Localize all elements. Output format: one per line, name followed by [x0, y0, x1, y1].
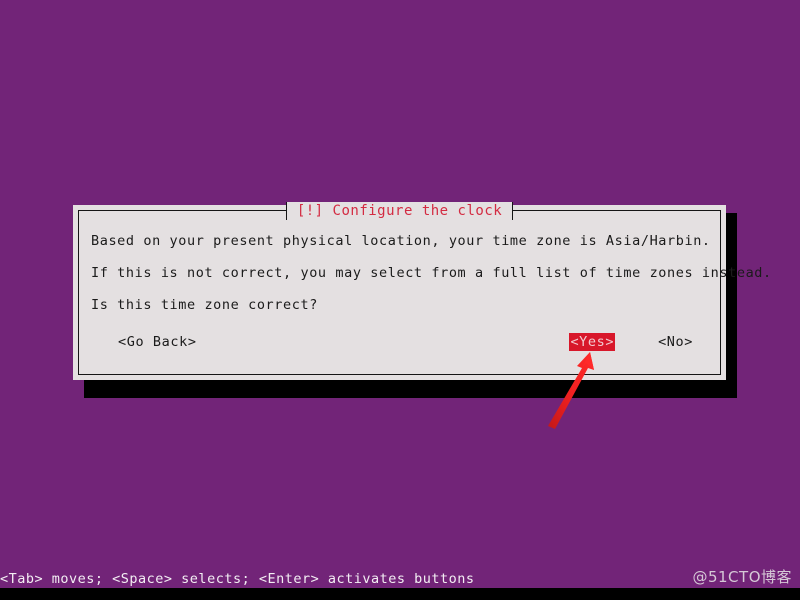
dialog-message-line-2: If this is not correct, you may select f…: [91, 265, 772, 281]
keyboard-hint-text: <Tab> moves; <Space> selects; <Enter> ac…: [0, 571, 475, 587]
keyboard-hint-bar: <Tab> moves; <Space> selects; <Enter> ac…: [0, 570, 800, 588]
installer-screen: [!] Configure the clock Based on your pr…: [0, 0, 800, 600]
no-button[interactable]: <No>: [657, 333, 694, 351]
watermark-text: @51CTO博客: [692, 568, 792, 586]
dialog-message-line-1: Based on your present physical location,…: [91, 233, 711, 249]
dialog-button-row: <Go Back> <Yes> <No>: [79, 333, 720, 351]
yes-button[interactable]: <Yes>: [569, 333, 616, 351]
go-back-button[interactable]: <Go Back>: [117, 333, 198, 351]
dialog-message-line-3: Is this time zone correct?: [91, 297, 318, 313]
dialog-frame: [!] Configure the clock Based on your pr…: [78, 202, 772, 375]
configure-clock-dialog: [!] Configure the clock Based on your pr…: [73, 202, 772, 380]
screen-bottom-bar: [0, 588, 800, 600]
